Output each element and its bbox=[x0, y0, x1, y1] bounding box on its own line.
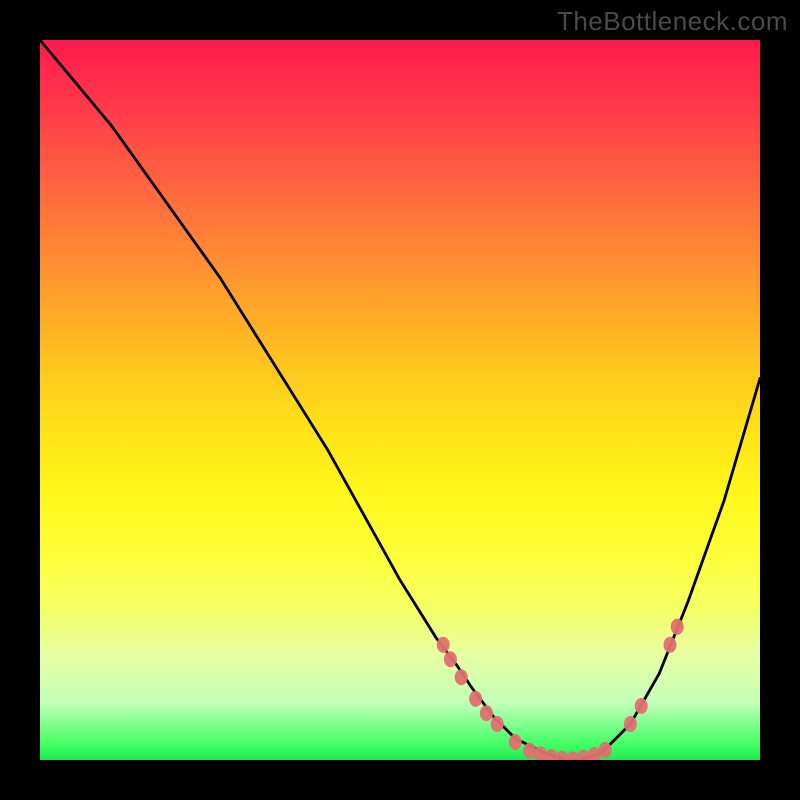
data-marker bbox=[635, 698, 648, 714]
data-marker bbox=[437, 637, 450, 653]
data-marker bbox=[491, 716, 504, 732]
data-marker bbox=[664, 637, 677, 653]
data-marker bbox=[444, 651, 457, 667]
bottleneck-curve-path bbox=[40, 40, 760, 760]
chart-frame: TheBottleneck.com bbox=[0, 0, 800, 800]
watermark-text: TheBottleneck.com bbox=[557, 6, 788, 37]
bottleneck-curve-svg bbox=[40, 40, 760, 760]
plot-area bbox=[40, 40, 760, 760]
data-marker bbox=[599, 742, 612, 758]
data-marker bbox=[480, 705, 493, 721]
data-marker bbox=[624, 716, 637, 732]
data-marker bbox=[455, 669, 468, 685]
data-marker bbox=[671, 619, 684, 635]
data-marker bbox=[469, 691, 482, 707]
data-marker bbox=[509, 734, 522, 750]
